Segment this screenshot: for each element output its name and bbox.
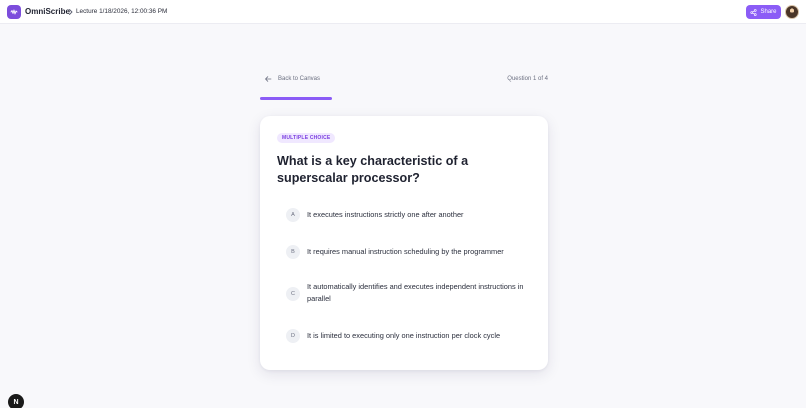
- question-card: MULTIPLE CHOICE What is a key characteri…: [260, 116, 548, 370]
- answer-option-b[interactable]: B It requires manual instruction schedul…: [283, 241, 528, 263]
- arrow-left-icon: [265, 76, 272, 82]
- share-button[interactable]: Share: [746, 5, 781, 19]
- answer-option-c[interactable]: C It automatically identifies and execut…: [283, 276, 528, 310]
- option-letter: A: [286, 208, 300, 222]
- question-type-badge: MULTIPLE CHOICE: [277, 133, 336, 143]
- progress-bar-fill: [260, 97, 332, 100]
- option-text: It automatically identifies and executes…: [307, 282, 524, 303]
- dev-tools-badge[interactable]: N: [8, 394, 24, 408]
- breadcrumb-lecture[interactable]: Lecture 1/18/2026, 12:00:36 PM: [76, 6, 167, 18]
- progress-bar: [260, 97, 548, 100]
- top-bar: OmniScribe Lecture 1/18/2026, 12:00:36 P…: [0, 0, 806, 24]
- back-label: Back to Canvas: [278, 76, 321, 82]
- app-logo[interactable]: [7, 5, 21, 19]
- answer-option-a[interactable]: A It executes instructions strictly one …: [283, 204, 528, 226]
- option-text: It executes instructions strictly one af…: [307, 210, 464, 219]
- option-text: It is limited to executing only one inst…: [307, 331, 501, 340]
- back-to-canvas-link[interactable]: Back to Canvas: [264, 74, 320, 84]
- chevron-right-icon: [69, 9, 73, 15]
- option-letter: C: [286, 287, 300, 301]
- waveform-icon: [10, 9, 18, 15]
- app-name: OmniScribe: [25, 7, 70, 16]
- question-counter: Question 1 of 4: [507, 76, 548, 82]
- user-avatar[interactable]: [785, 5, 799, 19]
- answer-option-d[interactable]: D It is limited to executing only one in…: [283, 325, 528, 347]
- question-text: What is a key characteristic of a supers…: [277, 154, 469, 185]
- option-text: It requires manual instruction schedulin…: [307, 247, 504, 256]
- option-letter: D: [286, 329, 300, 343]
- option-letter: B: [286, 245, 300, 259]
- share-label: Share: [760, 9, 777, 15]
- share-icon: [750, 8, 758, 16]
